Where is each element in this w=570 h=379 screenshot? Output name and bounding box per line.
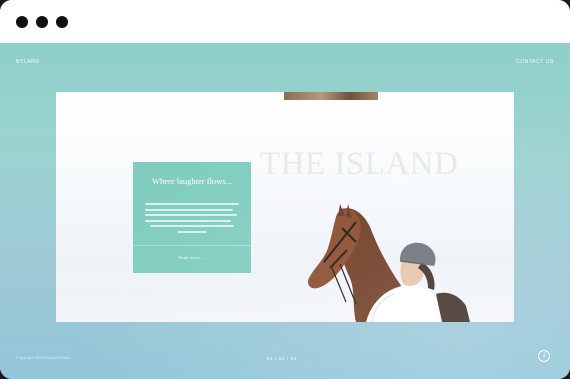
website-viewport: BYLAND CONTACT US THE ISLAND Where laugh… xyxy=(0,43,570,379)
window-titlebar xyxy=(0,0,570,43)
card-divider xyxy=(133,245,251,246)
browser-window: BYLAND CONTACT US THE ISLAND Where laugh… xyxy=(0,0,570,379)
slide-counter[interactable]: 01 / 02 / 03 xyxy=(267,356,297,361)
footer-copyright: Copyright 2023 Byland Studio xyxy=(16,356,71,360)
site-logo[interactable]: BYLAND xyxy=(16,59,40,65)
hero-slide: THE ISLAND Where laughter flows... Read … xyxy=(56,92,514,322)
card-paragraph xyxy=(145,203,239,236)
scroll-icon[interactable]: ↓ xyxy=(538,350,550,362)
nav-contact-link[interactable]: CONTACT US xyxy=(516,59,554,65)
rider-with-horse-image xyxy=(308,204,470,322)
minimize-window-icon[interactable] xyxy=(36,16,48,28)
card-title: Where laughter flows... xyxy=(151,176,232,186)
read-more-link[interactable]: Read more → xyxy=(133,256,251,260)
intro-card: Where laughter flows... Read more → xyxy=(133,162,251,273)
close-window-icon[interactable] xyxy=(16,16,28,28)
maximize-window-icon[interactable] xyxy=(56,16,68,28)
